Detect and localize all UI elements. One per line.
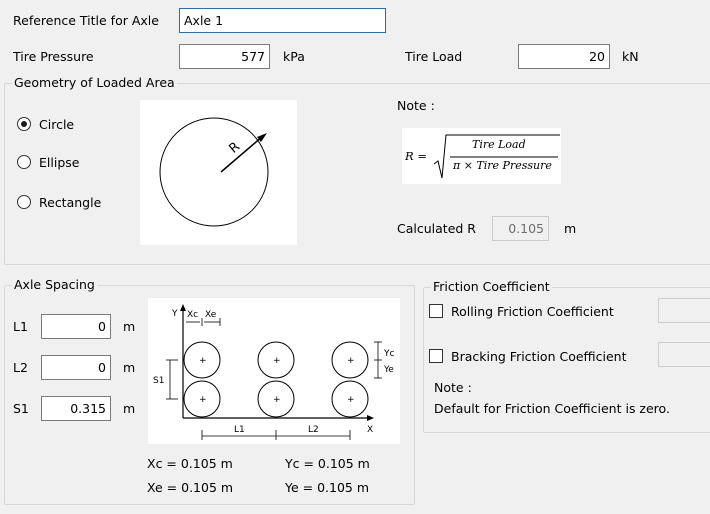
svg-text:+: + xyxy=(273,356,281,366)
rolling-friction-checkbox[interactable] xyxy=(429,304,443,318)
x-axis-arrowhead xyxy=(367,415,374,421)
xc-dim-label: Xc xyxy=(187,310,198,320)
radius-label: R xyxy=(226,139,243,156)
circle-radio[interactable] xyxy=(17,117,31,131)
ellipse-radio-label[interactable]: Ellipse xyxy=(39,155,79,170)
circle-diagram: R xyxy=(140,100,297,245)
s1-dim-label: S1 xyxy=(153,376,164,386)
y-axis-label: Y xyxy=(171,309,178,319)
formula-numerator: Tire Load xyxy=(472,138,526,151)
xe-dim-label: Xe xyxy=(205,310,217,320)
y-axis-arrowhead xyxy=(180,304,186,311)
tire-load-input[interactable] xyxy=(518,44,610,69)
formula-denominator: π × Tire Pressure xyxy=(453,159,552,172)
axle-spacing-title: Axle Spacing xyxy=(12,277,97,292)
formula-lhs: R = xyxy=(405,149,427,163)
axle-spacing-diagram: Y X Xc Xe + + + + + + Yc Ye S1 L1 L2 xyxy=(148,298,400,444)
radius-arrow xyxy=(220,135,264,173)
ref-title-label: Reference Title for Axle xyxy=(13,13,159,28)
xe-value-text: Xe = 0.105 m xyxy=(147,480,234,495)
rolling-friction-input xyxy=(658,298,710,323)
s1-input[interactable] xyxy=(41,396,111,421)
calc-r-label: Calculated R xyxy=(397,221,476,236)
rolling-friction-label[interactable]: Rolling Friction Coefficient xyxy=(451,304,614,319)
friction-note-text: Default for Friction Coefficient is zero… xyxy=(434,401,670,416)
yc-value-text: Yc = 0.105 m xyxy=(285,456,370,471)
rectangle-radio[interactable] xyxy=(17,195,31,209)
x-axis-label: X xyxy=(367,425,373,435)
circle-radio-label[interactable]: Circle xyxy=(39,117,74,132)
loaded-area-circle xyxy=(159,117,269,227)
xc-value-text: Xc = 0.105 m xyxy=(147,456,233,471)
l1-label: L1 xyxy=(13,319,28,334)
tire-load-unit: kN xyxy=(622,49,639,64)
bracking-friction-checkbox[interactable] xyxy=(429,349,443,363)
s1-label: S1 xyxy=(13,401,29,416)
rectangle-radio-label[interactable]: Rectangle xyxy=(39,195,101,210)
l1-dim-label: L1 xyxy=(234,425,245,435)
ellipse-radio[interactable] xyxy=(17,155,31,169)
bracking-friction-label[interactable]: Bracking Friction Coefficient xyxy=(451,349,626,364)
geometry-note-label: Note : xyxy=(397,98,435,113)
svg-text:+: + xyxy=(199,356,207,366)
friction-note-label: Note : xyxy=(434,380,472,395)
ref-title-input[interactable] xyxy=(179,8,386,33)
formula-image: R = Tire Load π × Tire Pressure xyxy=(402,128,561,184)
svg-text:+: + xyxy=(273,395,281,405)
ye-dim-label: Ye xyxy=(383,365,394,375)
ye-value-text: Ye = 0.105 m xyxy=(285,480,370,495)
yc-dim-label: Yc xyxy=(383,349,394,359)
calc-r-input xyxy=(492,216,549,241)
svg-text:+: + xyxy=(347,356,355,366)
tire-pressure-unit: kPa xyxy=(283,49,305,64)
friction-group-title: Friction Coefficient xyxy=(431,279,552,294)
svg-text:+: + xyxy=(199,395,207,405)
l1-input[interactable] xyxy=(41,314,111,339)
l2-unit: m xyxy=(123,360,136,375)
l1-unit: m xyxy=(123,319,136,334)
svg-text:+: + xyxy=(347,395,355,405)
geometry-group-title: Geometry of Loaded Area xyxy=(12,75,177,90)
l2-label: L2 xyxy=(13,360,28,375)
l2-dim-label: L2 xyxy=(308,425,319,435)
geometry-group xyxy=(4,83,710,265)
tire-pressure-input[interactable] xyxy=(179,44,270,69)
calc-r-unit: m xyxy=(564,221,577,236)
tire-load-label: Tire Load xyxy=(405,49,463,64)
bracking-friction-input xyxy=(658,342,710,367)
s1-unit: m xyxy=(123,401,136,416)
l2-input[interactable] xyxy=(41,355,111,380)
tire-pressure-label: Tire Pressure xyxy=(13,49,94,64)
